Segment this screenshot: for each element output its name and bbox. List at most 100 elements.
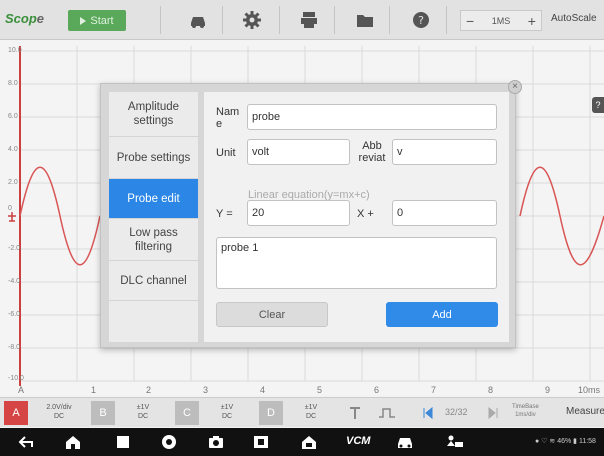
help-icon[interactable]: ? xyxy=(410,9,432,31)
settings-gear-icon[interactable] xyxy=(241,9,263,31)
menu-item-amplitude-settings[interactable]: Amplitude settings xyxy=(109,92,198,137)
name-label: Nam e xyxy=(216,106,240,130)
page-indicator: 32/32 xyxy=(445,407,468,417)
channel-d-scale[interactable]: ±1V DC xyxy=(289,403,333,421)
system-navbar: VCM ● ♡ ≋ 46% ▮ 11:58 xyxy=(0,428,604,456)
y-axis-label: 6.0 xyxy=(8,113,18,120)
text-tool-icon[interactable] xyxy=(348,406,362,420)
description-field[interactable]: probe 1 xyxy=(216,237,497,289)
autoscale-button[interactable]: AutoScale xyxy=(551,13,597,24)
y-axis-label: 2.0 xyxy=(8,179,18,186)
timebase-control: − 1MS + xyxy=(460,10,542,31)
x-axis-label: 1 xyxy=(91,385,97,395)
camera-icon[interactable] xyxy=(207,434,225,450)
app-logo: Scope xyxy=(5,11,45,26)
x-axis-label: 2 xyxy=(146,385,152,395)
name-field[interactable]: probe xyxy=(247,104,497,130)
chrome-icon[interactable] xyxy=(160,434,178,450)
clear-button[interactable]: Clear xyxy=(216,302,328,327)
minus-icon[interactable]: − xyxy=(466,13,474,29)
channel-c-coupling: DC xyxy=(221,413,233,420)
x-axis-label: 8 xyxy=(488,385,494,395)
autel-home-icon[interactable] xyxy=(300,434,318,450)
channel-a-range: 2.0V/div xyxy=(46,404,72,411)
measure-button[interactable]: Measure xyxy=(566,406,604,417)
channel-d-range: ±1V xyxy=(304,404,318,411)
x-axis-label: 9 xyxy=(545,385,551,395)
vcm-icon[interactable]: VCM xyxy=(346,435,370,447)
menu-item-probe-edit[interactable]: Probe edit xyxy=(109,179,198,219)
logo-tail: e xyxy=(36,11,45,26)
y-axis-label: 10.0 xyxy=(8,47,22,54)
svg-text:?: ? xyxy=(418,14,424,27)
offset-field[interactable]: 0 xyxy=(392,200,497,226)
y-axis-label: -6.0 xyxy=(8,311,21,318)
car-icon[interactable] xyxy=(187,9,209,31)
folder-icon[interactable] xyxy=(354,9,376,31)
x-plus-label: X + xyxy=(357,208,374,220)
screen-record-icon[interactable] xyxy=(252,434,270,450)
x-axis-label: 5 xyxy=(317,385,323,395)
multiplier-field[interactable]: 20 xyxy=(247,200,350,226)
last-page-icon[interactable] xyxy=(486,406,500,420)
x-axis-label: 4 xyxy=(260,385,266,395)
unit-field[interactable]: volt xyxy=(247,139,350,165)
channel-bar: A 2.0V/div DC B ±1V DC C ±1V DC D ±1V DC 32/… xyxy=(0,397,604,427)
toolbar-divider xyxy=(279,6,280,34)
menu-item-probe-settings[interactable]: Probe settings xyxy=(109,137,198,179)
menu-item-dlc-channel[interactable]: DLC channel xyxy=(109,261,198,301)
abbreviation-label: Abb reviat xyxy=(358,140,386,164)
channel-c-scale[interactable]: ±1V DC xyxy=(205,403,249,421)
channel-d-button[interactable]: D xyxy=(259,401,283,425)
y-axis-label: -10.0 xyxy=(8,375,24,382)
toolbar-divider xyxy=(334,6,335,34)
probe-menu: Amplitude settings Probe settings Probe … xyxy=(109,92,198,342)
status-tray: ● ♡ ≋ 46% ▮ 11:58 xyxy=(535,438,596,445)
timebase-title: TimeBase xyxy=(512,404,539,410)
side-help-icon[interactable]: ? xyxy=(592,97,604,113)
close-icon[interactable]: × xyxy=(508,80,522,94)
print-icon[interactable] xyxy=(298,9,320,31)
toolbar-divider xyxy=(222,6,223,34)
y-equals-label: Y = xyxy=(216,208,233,220)
home-icon[interactable] xyxy=(64,434,82,450)
menu-item-low-pass-filtering[interactable]: Low pass filtering xyxy=(109,219,198,261)
timebase-value: 1MS xyxy=(491,15,511,26)
start-button[interactable]: Start xyxy=(68,10,126,31)
unit-label: Unit xyxy=(216,147,236,159)
toolbar-divider xyxy=(389,6,390,34)
add-button[interactable]: Add xyxy=(386,302,498,327)
y-axis-label: -4.0 xyxy=(8,278,21,285)
x-axis-label: 10ms xyxy=(578,385,601,395)
y-axis-label: -8.0 xyxy=(8,344,21,351)
back-icon[interactable] xyxy=(18,434,36,450)
channel-a-button[interactable]: A xyxy=(4,401,28,425)
first-page-icon[interactable] xyxy=(421,406,435,420)
channel-b-button[interactable]: B xyxy=(91,401,115,425)
channel-a-coupling: DC xyxy=(53,413,65,420)
channel-c-button[interactable]: C xyxy=(175,401,199,425)
x-axis-label: 7 xyxy=(431,385,437,395)
start-label: Start xyxy=(90,14,114,27)
channel-b-range: ±1V xyxy=(136,404,150,411)
x-axis-label: A xyxy=(18,385,25,395)
channel-d-coupling: DC xyxy=(305,413,317,420)
y-axis-label: 8.0 xyxy=(8,80,18,87)
toolbar-divider xyxy=(446,6,447,34)
probe-edit-form: Nam e probe Unit volt Abb reviat v Linea… xyxy=(204,92,509,342)
play-icon xyxy=(80,16,87,25)
abbreviation-field[interactable]: v xyxy=(392,139,497,165)
plus-icon[interactable]: + xyxy=(528,13,536,29)
toolbar-divider xyxy=(160,6,161,34)
y-axis-label: -2.0 xyxy=(8,245,21,252)
x-axis-label: 3 xyxy=(203,385,209,395)
timebase-label[interactable]: TimeBase 1ms/div xyxy=(512,403,539,419)
vehicle-icon[interactable] xyxy=(396,434,414,450)
y-axis-label: 4.0 xyxy=(8,146,18,153)
user-car-icon[interactable] xyxy=(446,434,464,450)
channel-b-scale[interactable]: ±1V DC xyxy=(121,403,165,421)
trigger-pulse-icon[interactable] xyxy=(378,406,396,420)
channel-a-scale[interactable]: 2.0V/div DC xyxy=(34,403,84,421)
channel-b-coupling: DC xyxy=(137,413,149,420)
recent-apps-icon[interactable] xyxy=(114,434,132,450)
